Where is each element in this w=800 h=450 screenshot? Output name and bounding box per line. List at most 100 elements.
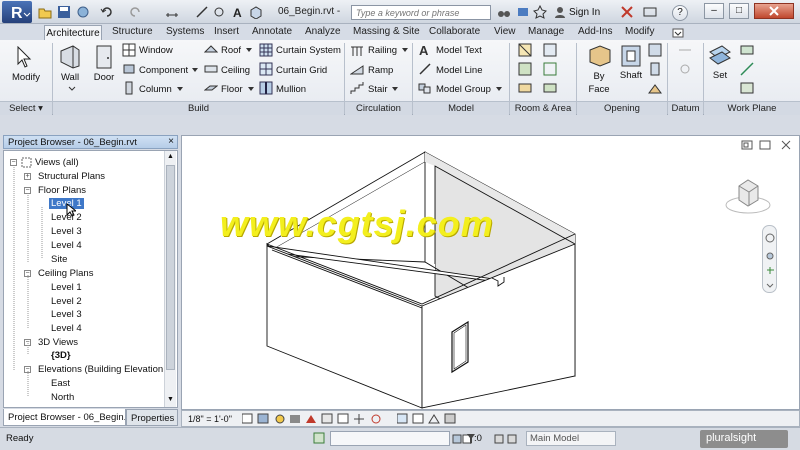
scrollbar-thumb[interactable] — [166, 165, 175, 370]
tree-vertical-scrollbar[interactable]: ▲ ▼ — [164, 151, 176, 407]
vertical-opening-icon[interactable] — [648, 62, 662, 76]
tree-floor-plan-level-2[interactable]: Level 2 — [51, 212, 82, 223]
stair-button[interactable]: Stair — [368, 84, 388, 95]
viewer-icon[interactable] — [740, 81, 754, 95]
tab-analyze[interactable]: Analyze — [305, 26, 341, 37]
tab-view[interactable]: View — [494, 26, 516, 37]
highlight-displacement-icon[interactable] — [444, 413, 456, 424]
search-input[interactable] — [351, 5, 491, 20]
ribbon-minimize-icon[interactable] — [672, 28, 684, 38]
shaft-button[interactable]: Shaft — [614, 70, 648, 81]
railing-button[interactable]: Railing — [368, 45, 397, 56]
tree-3d-view[interactable]: {3D} — [51, 350, 71, 361]
help-button[interactable]: ? — [672, 5, 688, 21]
dimension-icon[interactable] — [195, 5, 209, 19]
temporary-hide-icon[interactable] — [371, 414, 381, 424]
chevron-down-icon[interactable] — [68, 86, 76, 92]
tree-ceiling-plan-level-4[interactable]: Level 4 — [51, 323, 82, 334]
close-window-button[interactable] — [754, 3, 794, 19]
curtain-system-button[interactable]: Curtain System — [276, 45, 341, 56]
zoom-icon[interactable] — [766, 252, 774, 260]
ceiling-button[interactable]: Ceiling — [221, 65, 250, 76]
modify-button[interactable]: Modify — [8, 72, 44, 83]
dormer-icon[interactable] — [648, 81, 662, 95]
tab-add-ins[interactable]: Add-Ins — [578, 26, 612, 37]
tab-annotate[interactable]: Annotate — [252, 26, 292, 37]
maximize-view-icon[interactable] — [759, 140, 771, 150]
binoculars-icon[interactable] — [497, 5, 511, 19]
tab-properties[interactable]: Properties — [126, 409, 178, 426]
room-icon[interactable] — [518, 43, 532, 57]
3d-view-icon[interactable] — [249, 5, 263, 19]
tab-architecture[interactable]: Architecture — [44, 25, 102, 41]
redo-icon[interactable] — [128, 5, 142, 19]
floor-button[interactable]: Floor — [221, 84, 243, 95]
tree-elevations[interactable]: Elevations (Building Elevation — [38, 364, 163, 375]
model-line-button[interactable]: Model Line — [436, 65, 482, 76]
tab-modify[interactable]: Modify — [625, 26, 654, 37]
close-icon[interactable]: × — [168, 136, 174, 147]
reveal-hidden-icon[interactable] — [397, 413, 408, 424]
sun-path-icon[interactable] — [275, 414, 285, 424]
tab-massing-site[interactable]: Massing & Site — [353, 26, 420, 37]
wall-opening-icon[interactable] — [648, 43, 662, 57]
exchange-icon[interactable] — [620, 5, 634, 19]
set-button[interactable]: Set — [706, 70, 734, 81]
area-icon[interactable] — [518, 62, 532, 76]
scroll-down-icon[interactable]: ▼ — [166, 396, 175, 405]
design-options-icon[interactable] — [494, 433, 520, 445]
chevron-down-icon[interactable] — [177, 87, 184, 92]
column-button[interactable]: Column — [139, 84, 172, 95]
text-icon[interactable]: A — [231, 5, 245, 19]
tab-collaborate[interactable]: Collaborate — [429, 26, 480, 37]
ramp-button[interactable]: Ramp — [368, 65, 393, 76]
tree-floor-plan-site[interactable]: Site — [51, 254, 67, 265]
mullion-button[interactable]: Mullion — [276, 84, 306, 95]
tab-systems[interactable]: Systems — [166, 26, 204, 37]
component-button[interactable]: Component — [139, 65, 188, 76]
restore-view-icon[interactable] — [741, 140, 753, 150]
tag-room-icon[interactable] — [518, 81, 532, 95]
crop-view-icon[interactable] — [321, 413, 333, 424]
tree-ceiling-plan-level-3[interactable]: Level 3 — [51, 309, 82, 320]
subscription-icon[interactable] — [516, 5, 530, 19]
close-view-icon[interactable] — [780, 140, 792, 150]
chevron-down-icon[interactable] — [246, 48, 253, 53]
analytical-model-icon[interactable] — [428, 414, 440, 424]
show-work-plane-icon[interactable] — [740, 43, 754, 57]
detail-level-icon[interactable] — [242, 413, 253, 424]
star-icon[interactable] — [533, 5, 547, 19]
sign-in-link[interactable]: Sign In — [569, 7, 600, 18]
visual-style-icon[interactable] — [257, 413, 269, 424]
chevron-down-icon[interactable] — [392, 87, 399, 92]
sync-icon[interactable] — [76, 5, 90, 19]
model-group-button[interactable]: Model Group — [436, 84, 491, 95]
workset-icon[interactable] — [312, 431, 326, 445]
minimize-button[interactable]: – — [704, 3, 724, 19]
area-boundary-icon[interactable] — [543, 62, 557, 76]
tree-floor-plan-level-4[interactable]: Level 4 — [51, 240, 82, 251]
workset-dropdown[interactable] — [330, 431, 450, 446]
chevron-down-icon[interactable] — [248, 87, 255, 92]
ref-plane-icon[interactable] — [740, 62, 754, 76]
wall-button[interactable]: Wall — [56, 72, 84, 83]
tag-icon[interactable] — [212, 5, 226, 19]
user-icon[interactable] — [553, 5, 567, 19]
grid-icon[interactable] — [678, 62, 692, 76]
measure-icon[interactable] — [165, 5, 179, 19]
application-menu-button[interactable]: R — [2, 1, 32, 23]
model-text-button[interactable]: Model Text — [436, 45, 482, 56]
tab-manage[interactable]: Manage — [528, 26, 564, 37]
communication-icon[interactable] — [643, 5, 657, 19]
tree-ceiling-plans[interactable]: Ceiling Plans — [38, 268, 93, 279]
tab-structure[interactable]: Structure — [112, 26, 153, 37]
tree-floor-plans[interactable]: Floor Plans — [38, 185, 86, 196]
render-icon[interactable] — [306, 415, 316, 423]
design-option-dropdown[interactable]: Main Model — [526, 431, 616, 446]
curtain-grid-button[interactable]: Curtain Grid — [276, 65, 327, 76]
room-separator-icon[interactable] — [543, 43, 557, 57]
shadows-icon[interactable] — [290, 415, 300, 423]
tree-structural-plans[interactable]: Structural Plans — [38, 171, 105, 182]
chevron-down-icon[interactable] — [192, 68, 199, 73]
3d-view-canvas[interactable] — [181, 135, 800, 410]
